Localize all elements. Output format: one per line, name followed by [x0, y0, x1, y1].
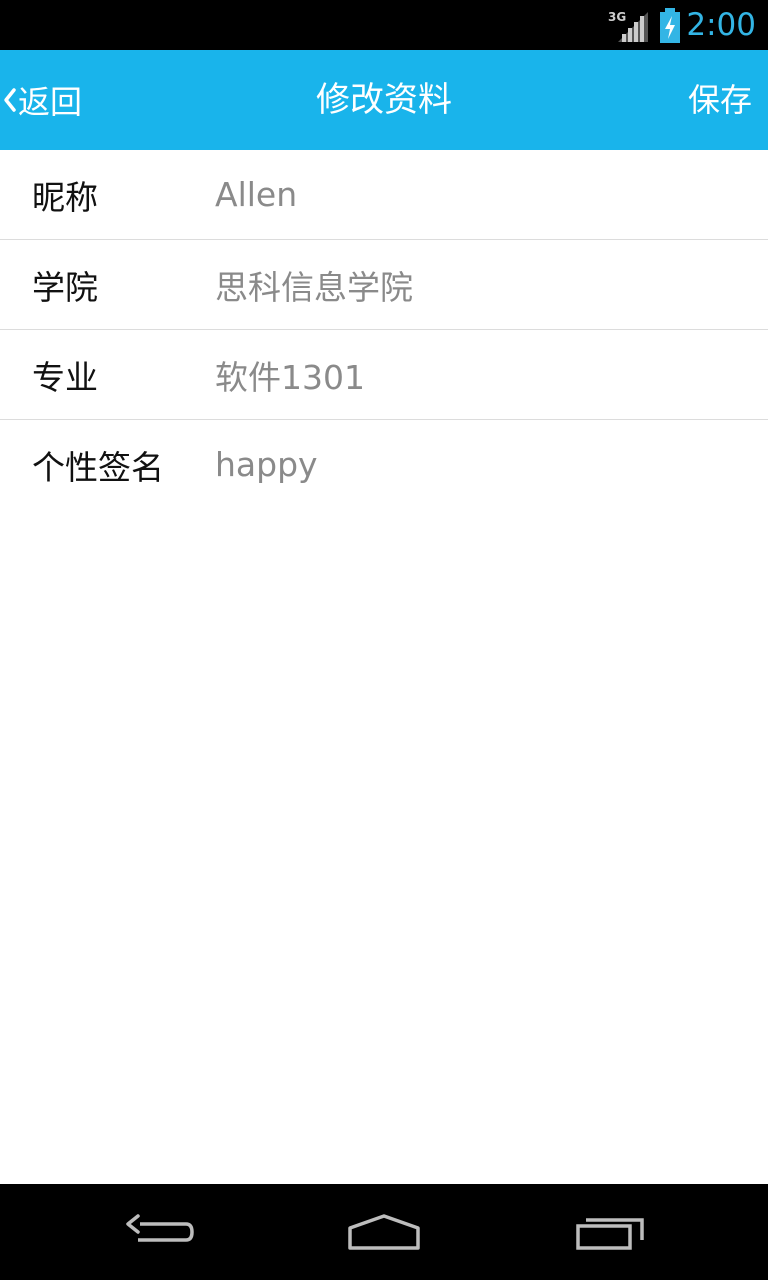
college-label: 学院 [32, 267, 98, 307]
back-nav-icon[interactable] [120, 1202, 200, 1262]
major-row: 专业 软件1301 [0, 330, 768, 420]
major-input[interactable]: 软件1301 [215, 351, 748, 399]
title-bar: 修改资料 返回 保存 [0, 50, 768, 150]
major-label: 专业 [32, 357, 98, 397]
signal-3g-icon: 3G [608, 10, 648, 42]
back-label: 返回 [18, 83, 83, 121]
signature-label: 个性签名 [32, 447, 164, 487]
back-button[interactable]: 返回 [0, 50, 110, 150]
battery-charging-icon [660, 8, 680, 43]
nickname-row: 昵称 Allen [0, 150, 768, 240]
college-input[interactable]: 思科信息学院 [215, 261, 748, 309]
navigation-bar [0, 1184, 768, 1280]
signature-row: 个性签名 happy [0, 420, 768, 509]
recent-apps-icon[interactable] [570, 1202, 650, 1262]
profile-form: 昵称 Allen 学院 思科信息学院 专业 软件1301 个性签名 happy [0, 150, 768, 509]
status-bar: 3G 2:00 [0, 0, 768, 50]
signature-input[interactable]: happy [215, 445, 748, 484]
status-time: 2:00 [686, 7, 756, 43]
home-nav-icon[interactable] [344, 1202, 424, 1262]
edit-profile-screen: 3G 2:00 修改资料 返回 保存 昵称 Allen 学院 思科信息学院 专业… [0, 0, 768, 1280]
network-type-label: 3G [608, 10, 626, 24]
nickname-label: 昵称 [32, 177, 98, 217]
page-title: 修改资料 [316, 80, 452, 120]
save-button[interactable]: 保存 [688, 50, 752, 150]
chevron-left-icon [4, 88, 16, 112]
nickname-input[interactable]: Allen [215, 175, 748, 214]
college-row: 学院 思科信息学院 [0, 240, 768, 330]
